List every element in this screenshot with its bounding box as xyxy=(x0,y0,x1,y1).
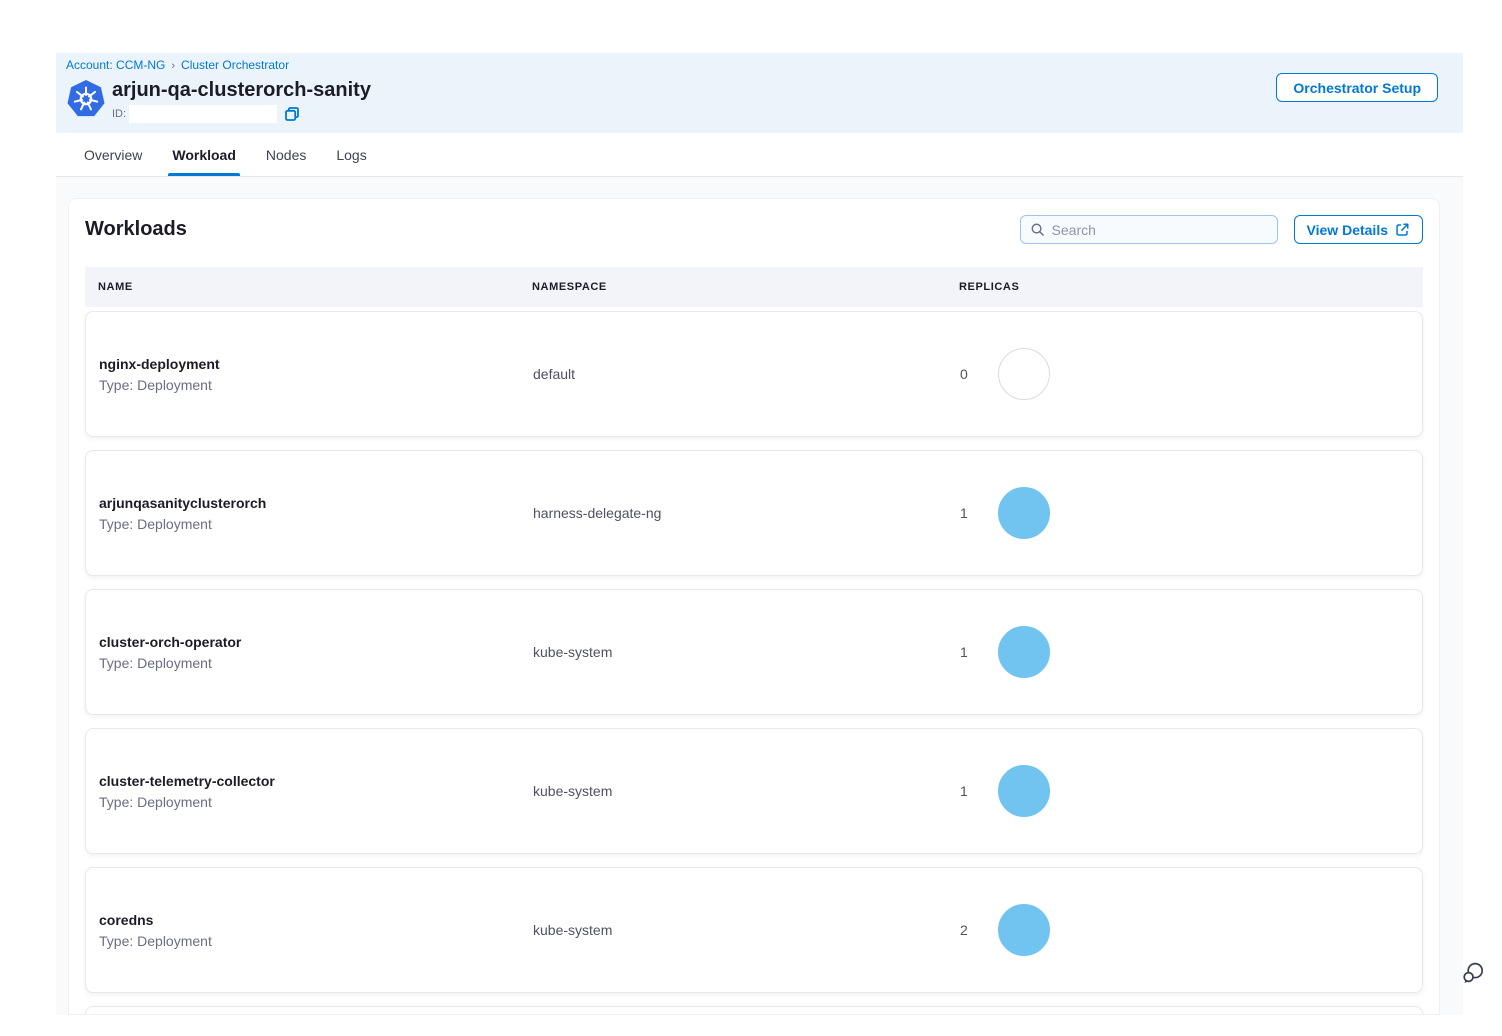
workload-type: Type: Deployment xyxy=(99,516,520,532)
replica-circle xyxy=(998,348,1050,400)
kubernetes-icon xyxy=(66,78,106,118)
replica-count: 0 xyxy=(960,366,968,382)
workload-type: Type: Deployment xyxy=(99,377,520,393)
view-details-label: View Details xyxy=(1307,222,1388,238)
replica-circle xyxy=(998,626,1050,678)
search-icon xyxy=(1030,222,1045,237)
breadcrumb-section[interactable]: Cluster Orchestrator xyxy=(181,58,289,72)
workload-namespace: harness-delegate-ng xyxy=(520,505,947,521)
workloads-panel: Workloads View Details xyxy=(68,198,1440,1015)
cluster-id-redacted xyxy=(129,105,277,123)
replica-count: 1 xyxy=(960,644,968,660)
search-input[interactable] xyxy=(1052,222,1268,238)
replica-count: 1 xyxy=(960,505,968,521)
replica-count: 1 xyxy=(960,783,968,799)
table-row[interactable]: arjunqasanityclusterorch Type: Deploymen… xyxy=(85,450,1423,576)
page-title: arjun-qa-clusterorch-sanity xyxy=(112,78,371,102)
breadcrumb-separator-icon: › xyxy=(171,60,175,72)
orchestrator-setup-button[interactable]: Orchestrator Setup xyxy=(1276,73,1438,102)
app-window: Account: CCM-NG › Cluster Orchestrator xyxy=(56,53,1463,1015)
workload-name: cluster-orch-operator xyxy=(99,634,520,650)
tab-logs[interactable]: Logs xyxy=(332,133,370,176)
workload-namespace: kube-system xyxy=(520,783,947,799)
workload-type: Type: Deployment xyxy=(99,655,520,671)
replica-circle xyxy=(998,765,1050,817)
table-header: NAME NAMESPACE REPLICAS xyxy=(85,267,1423,307)
table-row[interactable]: cluster-telemetry-collector Type: Deploy… xyxy=(85,728,1423,854)
chat-icon[interactable] xyxy=(1460,960,1486,986)
workload-type: Type: Deployment xyxy=(99,794,520,810)
workload-rows: nginx-deployment Type: Deployment defaul… xyxy=(85,311,1423,993)
external-link-icon xyxy=(1395,222,1410,237)
breadcrumb-account[interactable]: Account: CCM-NG xyxy=(66,58,165,72)
column-header-namespace: NAMESPACE xyxy=(519,281,946,293)
workload-namespace: kube-system xyxy=(520,922,947,938)
tab-nodes[interactable]: Nodes xyxy=(262,133,310,176)
table-row[interactable]: nginx-deployment Type: Deployment defaul… xyxy=(85,311,1423,437)
tab-bar: Overview Workload Nodes Logs xyxy=(56,133,1463,177)
workload-name: arjunqasanityclusterorch xyxy=(99,495,520,511)
column-header-replicas: REPLICAS xyxy=(946,281,1423,293)
workload-name: nginx-deployment xyxy=(99,356,520,372)
cluster-id-label: ID: xyxy=(112,108,126,120)
replica-count: 2 xyxy=(960,922,968,938)
workload-name: coredns xyxy=(99,912,520,928)
replica-circle xyxy=(998,904,1050,956)
breadcrumb: Account: CCM-NG › Cluster Orchestrator xyxy=(66,57,1438,74)
replica-circle xyxy=(998,487,1050,539)
table-row[interactable] xyxy=(85,1006,1423,1015)
workloads-title: Workloads xyxy=(85,218,187,241)
column-header-name: NAME xyxy=(85,281,519,293)
table-row[interactable]: cluster-orch-operator Type: Deployment k… xyxy=(85,589,1423,715)
main-content: Workloads View Details xyxy=(56,177,1463,1015)
workload-type: Type: Deployment xyxy=(99,933,520,949)
copy-icon[interactable] xyxy=(284,106,300,122)
workload-namespace: default xyxy=(520,366,947,382)
search-box[interactable] xyxy=(1020,215,1278,244)
workload-name: cluster-telemetry-collector xyxy=(99,773,520,789)
view-details-button[interactable]: View Details xyxy=(1294,215,1423,244)
cluster-header: Account: CCM-NG › Cluster Orchestrator xyxy=(56,53,1463,133)
tab-workload[interactable]: Workload xyxy=(168,133,240,176)
tab-overview[interactable]: Overview xyxy=(80,133,146,176)
table-row[interactable]: coredns Type: Deployment kube-system 2 xyxy=(85,867,1423,993)
workload-namespace: kube-system xyxy=(520,644,947,660)
